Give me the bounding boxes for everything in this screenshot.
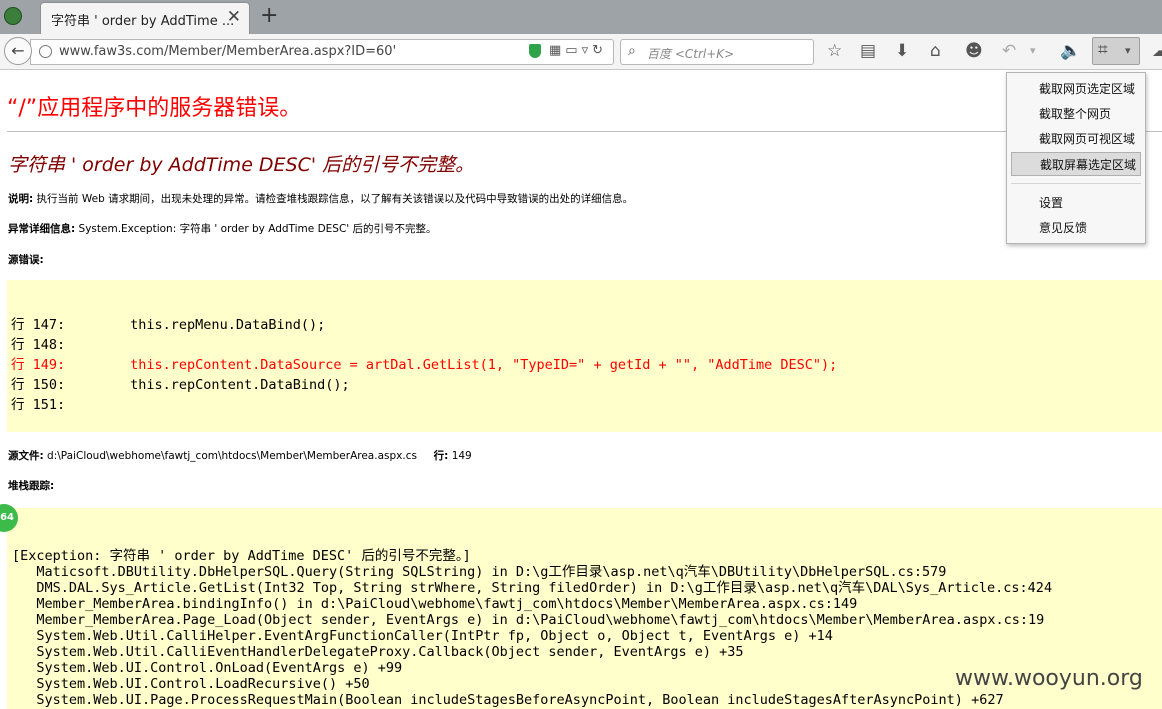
stack-trace-line: Maticsoft.DBUtility.DbHelperSQL.Query(St… <box>12 564 947 580</box>
menu-item[interactable]: 截取网页选定区域 <box>1011 77 1141 101</box>
exception-text: System.Exception: 字符串 ' order by AddTime… <box>78 223 437 235</box>
watermark: www.wooyun.org <box>955 666 1143 691</box>
source-error-label: 源错误: <box>8 254 44 266</box>
screenshot-button[interactable]: ⌗ ▾ <box>1092 37 1140 65</box>
source-code-lines: 行 147: this.repMenu.DataBind(); 行 148: 行 1… <box>11 315 837 415</box>
menu-item[interactable]: 截取网页可视区域 <box>1011 127 1141 151</box>
bookmarks-list-icon[interactable]: ▤ <box>860 42 876 60</box>
dropdown-arrow-icon[interactable]: ▿ <box>582 43 593 58</box>
stack-trace-line: System.Web.Util.CalliEventHandlerDelegat… <box>12 644 744 660</box>
stack-trace-line: Member_MemberArea.bindingInfo() in d:\Pa… <box>12 596 858 612</box>
chat-icon[interactable]: ☁ <box>1152 42 1162 60</box>
page-content: “/”应用程序中的服务器错误。 字符串 ' order by AddTime D… <box>0 70 1162 709</box>
tab-strip: 字符串 ' order by AddTime ... ✕ + <box>0 0 1162 34</box>
undo-icon[interactable]: ↶ <box>1002 42 1016 60</box>
stack-trace-line: System.Web.UI.Control.OnLoad(EventArgs e… <box>12 660 403 676</box>
stack-trace-heading: 堆栈跟踪: <box>8 478 54 493</box>
navigation-bar: www.faw3s.com/Member/MemberArea.aspx?ID=… <box>0 34 1162 70</box>
stack-trace-lines: Maticsoft.DBUtility.DbHelperSQL.Query(St… <box>12 564 1052 708</box>
download-icon[interactable]: ⬇ <box>895 42 909 60</box>
tab-title: 字符串 ' order by AddTime ... <box>51 14 235 29</box>
menu-item-feedback[interactable]: 意见反馈 <box>1011 216 1141 240</box>
shield-icon[interactable] <box>528 43 541 58</box>
emoji-icon[interactable]: ☻ <box>965 42 983 60</box>
source-line: 行 148: <box>11 337 66 353</box>
stack-trace-label: 堆栈跟踪: <box>8 480 55 492</box>
source-code-box: 行 147: this.repMenu.DataBind(); 行 148: 行 1… <box>7 280 1162 432</box>
page-title: “/”应用程序中的服务器错误。 <box>7 96 302 121</box>
stack-trace-line: Member_MemberArea.Page_Load(Object sende… <box>12 612 1045 628</box>
search-placeholder: 百度 <Ctrl+K> <box>647 47 735 61</box>
browser-logo-icon[interactable] <box>4 7 22 25</box>
address-bar-icons: ▦▭▿↻ <box>528 43 607 58</box>
source-line: 行 150: this.repContent.DataBind(); <box>11 377 350 393</box>
source-line: 行 151: <box>11 397 66 413</box>
source-file-info: 源文件: d:\PaiCloud\webhome\fawtj_com\htdoc… <box>8 448 472 463</box>
qrcode-icon[interactable]: ▦ <box>549 43 565 58</box>
speaker-icon[interactable]: 🔈 <box>1060 42 1081 60</box>
exception-label: 异常详细信息: <box>8 223 76 235</box>
new-tab-button[interactable]: + <box>260 3 278 28</box>
screenshot-menu: 截取网页选定区域 截取整个网页 截取网页可视区域 截取屏幕选定区域 设置 意见反馈 <box>1006 72 1146 244</box>
description-label: 说明: <box>8 193 34 205</box>
stack-trace-line: System.Web.Util.CalliHelper.EventArgFunc… <box>12 628 833 644</box>
description: 说明: 执行当前 Web 请求期间，出现未处理的异常。请检查堆栈跟踪信息，以了解… <box>8 191 633 206</box>
menu-item[interactable]: 截取屏幕选定区域 <box>1011 152 1141 176</box>
close-tab-icon[interactable]: ✕ <box>227 7 241 27</box>
line-number: 149 <box>451 450 472 462</box>
globe-icon <box>39 45 52 58</box>
crop-icon[interactable]: ⌗ <box>1098 41 1108 59</box>
menu-item-settings[interactable]: 设置 <box>1011 191 1141 215</box>
browser-tab[interactable]: 字符串 ' order by AddTime ... ✕ <box>40 2 250 34</box>
menu-separator <box>1011 183 1141 184</box>
search-box[interactable]: ⌕ 百度 <Ctrl+K> <box>620 39 814 65</box>
source-file-label: 源文件: <box>8 450 44 462</box>
source-line-highlighted: 行 149: this.repContent.DataSource = artD… <box>11 357 838 373</box>
reader-icon[interactable]: ▭ <box>565 43 581 58</box>
stack-trace-line: System.Web.UI.Page.ProcessRequestMain(Bo… <box>12 692 1004 708</box>
screenshot-dropdown-icon[interactable]: ▾ <box>1125 42 1131 60</box>
back-button[interactable]: ← <box>4 37 32 65</box>
search-icon: ⌕ <box>628 43 636 59</box>
url-text[interactable]: www.faw3s.com/Member/MemberArea.aspx?ID=… <box>59 44 396 59</box>
stack-trace-line: System.Web.UI.Control.LoadRecursive() +5… <box>12 676 370 692</box>
exception-details: 异常详细信息: System.Exception: 字符串 ' order by… <box>8 221 437 236</box>
stack-trace-line: DMS.DAL.Sys_Article.GetList(Int32 Top, S… <box>12 580 1053 596</box>
bookmark-star-icon[interactable]: ☆ <box>827 42 842 60</box>
source-line: 行 147: this.repMenu.DataBind(); <box>11 317 326 333</box>
description-text: 执行当前 Web 请求期间，出现未处理的异常。请检查堆栈跟踪信息，以了解有关该错… <box>36 193 634 205</box>
error-title: 字符串 ' order by AddTime DESC' 后的引号不完整。 <box>8 154 475 176</box>
undo-dropdown-icon[interactable]: ▾ <box>1030 42 1036 60</box>
source-file-path: d:\PaiCloud\webhome\fawtj_com\htdocs\Mem… <box>47 450 417 462</box>
source-error-heading: 源错误: <box>8 252 44 267</box>
stack-exception: [Exception: 字符串 ' order by AddTime DESC'… <box>12 548 471 564</box>
menu-item[interactable]: 截取整个网页 <box>1011 102 1141 126</box>
home-icon[interactable]: ⌂ <box>930 42 941 60</box>
address-bar[interactable]: www.faw3s.com/Member/MemberArea.aspx?ID=… <box>30 39 614 65</box>
divider <box>7 131 1162 132</box>
reload-icon[interactable]: ↻ <box>592 43 607 58</box>
line-label: 行: <box>433 450 449 462</box>
